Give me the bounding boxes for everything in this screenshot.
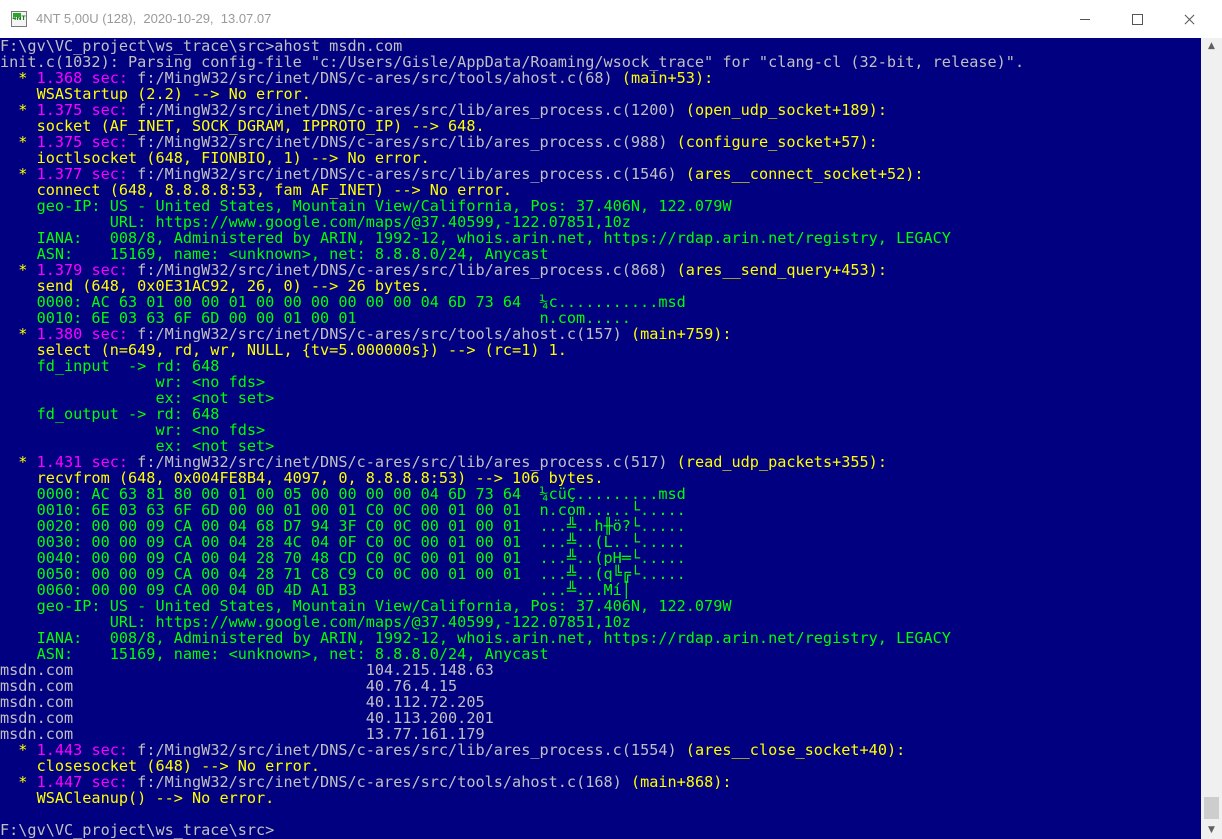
console-line: IANA: 008/8, Administered by ARIN, 1992-… (0, 630, 1024, 646)
console-line: wr: <no fds> (0, 374, 1024, 390)
console-line: 0060: 00 00 09 CA 00 04 0D 4D A1 B3 ...╩… (0, 582, 1024, 598)
console-text-segment: (ares__close_socket+40): (685, 741, 906, 759)
console-text-segment: (ares__connect_socket+52): (685, 165, 924, 183)
console-line: * 1.377 sec: f:/MingW32/src/inet/DNS/c-a… (0, 166, 1024, 182)
title-bar: 4NT 4NT 5,00U (128), 2020-10-29, 13.07.0… (0, 0, 1222, 39)
console-line: connect (648, 8.8.8.8:53, fam AF_INET) -… (0, 182, 1024, 198)
console-line: ASN: 15169, name: <unknown>, net: 8.8.8.… (0, 246, 1024, 262)
console-line: * 1.443 sec: f:/MingW32/src/inet/DNS/c-a… (0, 742, 1024, 758)
console-line: F:\gv\VC_project\ws_trace\src>ahost msdn… (0, 38, 1024, 54)
console-line: F:\gv\VC_project\ws_trace\src> (0, 822, 1024, 838)
console-line: * 1.380 sec: f:/MingW32/src/inet/DNS/c-a… (0, 326, 1024, 342)
console-line: * 1.379 sec: f:/MingW32/src/inet/DNS/c-a… (0, 262, 1024, 278)
console-text-segment: (open_udp_socket+189): (685, 101, 887, 119)
console-line: fd_output -> rd: 648 (0, 406, 1024, 422)
console-line: select (n=649, rd, wr, NULL, {tv=5.00000… (0, 342, 1024, 358)
app-4nt-icon[interactable]: 4NT (11, 11, 27, 27)
console-line: msdn.com 104.215.148.63 (0, 662, 1024, 678)
console-line: * 1.447 sec: f:/MingW32/src/inet/DNS/c-a… (0, 774, 1024, 790)
console-line: * 1.375 sec: f:/MingW32/src/inet/DNS/c-a… (0, 134, 1024, 150)
console-line: recvfrom (648, 0x004FE8B4, 4097, 0, 8.8.… (0, 470, 1024, 486)
console-line: init.c(1032): Parsing config-file "c:/Us… (0, 54, 1024, 70)
console-text-segment: WSACleanup() --> No error. (0, 789, 275, 807)
console-line: 0020: 00 00 09 CA 00 04 68 D7 94 3F C0 0… (0, 518, 1024, 534)
console-line: 0010: 6E 03 63 6F 6D 00 00 01 00 01 n.co… (0, 310, 1024, 326)
console-line: URL: https://www.google.com/maps/@37.405… (0, 614, 1024, 630)
console-line: 0050: 00 00 09 CA 00 04 28 71 C8 C9 C0 0… (0, 566, 1024, 582)
maximize-button[interactable] (1114, 0, 1160, 38)
minimize-button[interactable] (1062, 0, 1108, 38)
console-text-segment: F:\gv\VC_project\ws_trace\src> (0, 821, 275, 839)
vertical-scrollbar[interactable]: ▲ ▼ (1201, 38, 1222, 839)
console-line: geo-IP: US - United States, Mountain Vie… (0, 198, 1024, 214)
close-button[interactable] (1166, 0, 1212, 38)
console-line: msdn.com 40.112.72.205 (0, 694, 1024, 710)
console-line: socket (AF_INET, SOCK_DGRAM, IPPROTO_IP)… (0, 118, 1024, 134)
console-line: IANA: 008/8, Administered by ARIN, 1992-… (0, 230, 1024, 246)
console-line: msdn.com 40.113.200.201 (0, 710, 1024, 726)
console-text-segment: (main+759): (630, 325, 732, 343)
app-icon-label: 4NT (12, 15, 26, 22)
console-line: geo-IP: US - United States, Mountain Vie… (0, 598, 1024, 614)
scroll-down-arrow-icon[interactable]: ▼ (1201, 822, 1222, 839)
console-line: ex: <not set> (0, 390, 1024, 406)
console-text-segment: (ares__send_query+453): (676, 261, 887, 279)
console-line: WSACleanup() --> No error. (0, 790, 1024, 806)
console-line: * 1.375 sec: f:/MingW32/src/inet/DNS/c-a… (0, 102, 1024, 118)
console-line: send (648, 0x0E31AC92, 26, 0) --> 26 byt… (0, 278, 1024, 294)
console-line: wr: <no fds> (0, 422, 1024, 438)
console-line: msdn.com 40.76.4.15 (0, 678, 1024, 694)
console-line: 0000: AC 63 01 00 00 01 00 00 00 00 00 0… (0, 294, 1024, 310)
scroll-thumb[interactable] (1204, 797, 1219, 819)
console-text-segment: (configure_socket+57): (676, 133, 878, 151)
console-text-segment: (main+868): (630, 773, 732, 791)
console-line: ASN: 15169, name: <unknown>, net: 8.8.8.… (0, 646, 1024, 662)
console-line: 0000: AC 63 81 80 00 01 00 05 00 00 00 0… (0, 486, 1024, 502)
console-line: WSAStartup (2.2) --> No error. (0, 86, 1024, 102)
console-line: closesocket (648) --> No error. (0, 758, 1024, 774)
console-line: fd_input -> rd: 648 (0, 358, 1024, 374)
console-line: msdn.com 13.77.161.179 (0, 726, 1024, 742)
console-line: ex: <not set> (0, 438, 1024, 454)
scroll-up-arrow-icon[interactable]: ▲ (1201, 38, 1222, 55)
console-text-segment: (main+53): (621, 69, 714, 87)
console-line: ioctlsocket (648, FIONBIO, 1) --> No err… (0, 150, 1024, 166)
console-lines: F:\gv\VC_project\ws_trace\src>ahost msdn… (0, 38, 1024, 838)
console-output[interactable]: F:\gv\VC_project\ws_trace\src>ahost msdn… (0, 38, 1201, 839)
console-line: URL: https://www.google.com/maps/@37.405… (0, 214, 1024, 230)
console-line: 0030: 00 00 09 CA 00 04 28 4C 04 0F C0 0… (0, 534, 1024, 550)
console-line: * 1.431 sec: f:/MingW32/src/inet/DNS/c-a… (0, 454, 1024, 470)
window-title: 4NT 5,00U (128), 2020-10-29, 13.07.07 (36, 11, 272, 26)
console-line: 0040: 00 00 09 CA 00 04 28 70 48 CD C0 0… (0, 550, 1024, 566)
console-text-segment: (read_udp_packets+355): (676, 453, 887, 471)
console-line: 0010: 6E 03 63 6F 6D 00 00 01 00 01 C0 0… (0, 502, 1024, 518)
console-line: * 1.368 sec: f:/MingW32/src/inet/DNS/c-a… (0, 70, 1024, 86)
